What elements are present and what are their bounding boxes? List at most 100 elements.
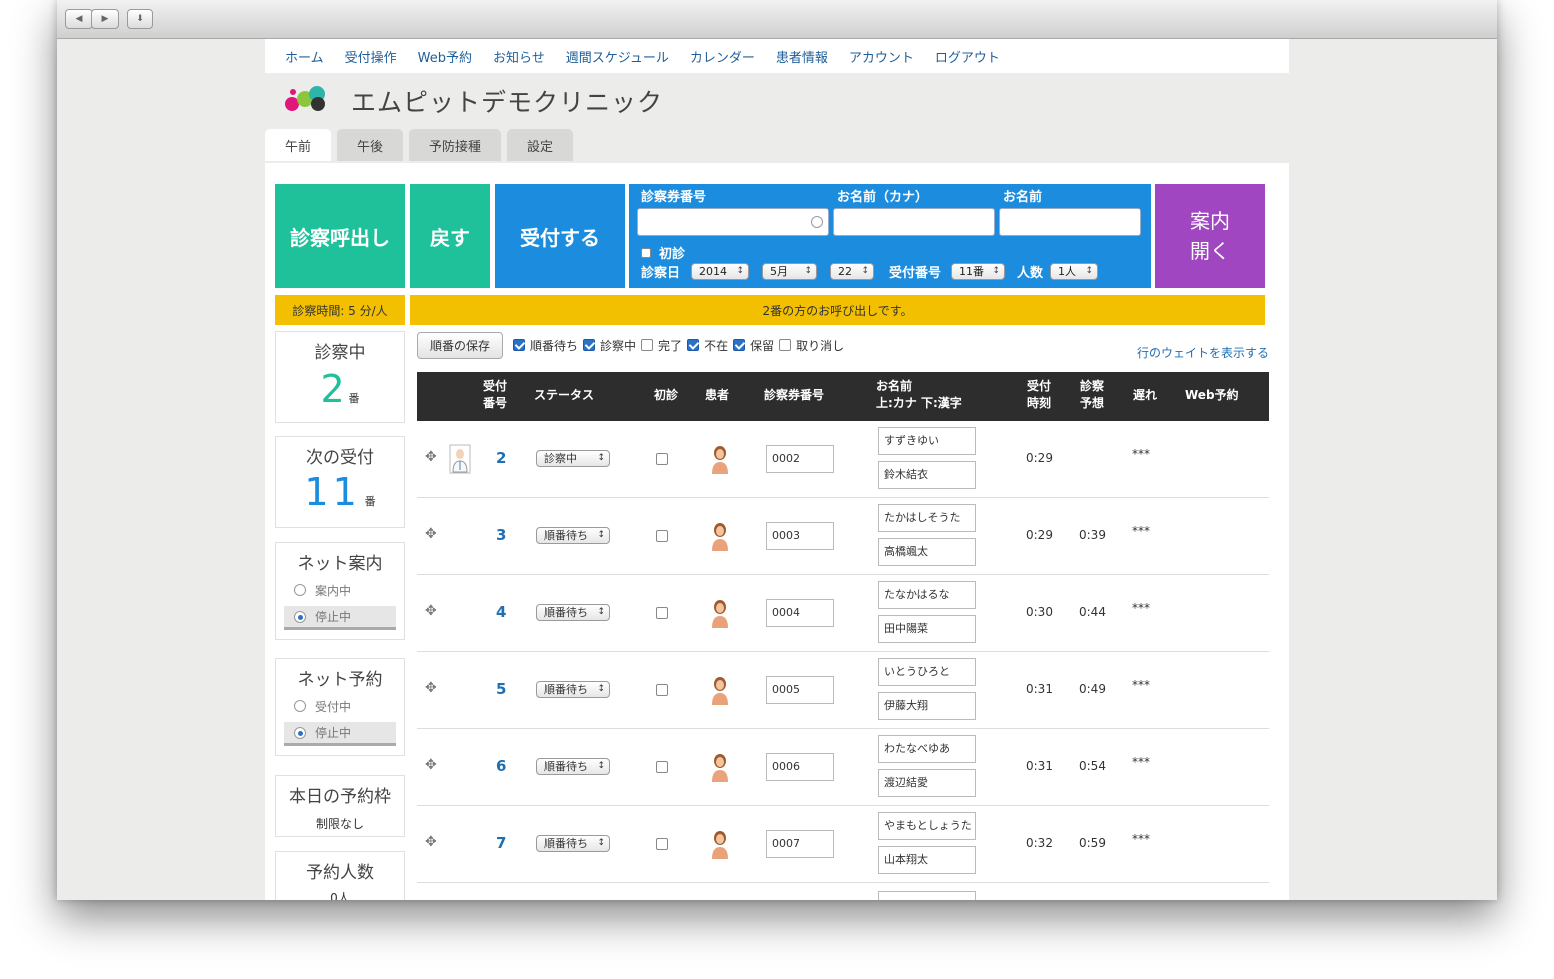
tab-afternoon[interactable]: 午後 [337,129,404,161]
kanji-field[interactable]: 山本翔太 [878,846,976,874]
drag-handle-icon[interactable]: ✥ [425,680,437,696]
forward-arrow-icon[interactable]: ▶ [91,9,119,29]
daily-slots-panel: 本日の予約枠 制限なし [275,775,405,837]
drag-handle-icon[interactable]: ✥ [425,603,437,619]
kana-field[interactable]: いとうひろと [878,658,976,686]
status-select[interactable]: 順番待ち [536,835,610,852]
nav-calendar[interactable]: カレンダー [690,47,755,66]
net-guide-title: ネット案内 [297,554,383,574]
th-first-visit: 初診 [654,388,679,402]
kana-field[interactable]: やまもとしょうた [878,812,976,840]
nav-weekly-schedule[interactable]: 週間スケジュール [566,47,669,66]
month-select[interactable]: 5月 [762,263,817,280]
nav-logout[interactable]: ログアウト [935,47,1000,66]
first-visit-checkbox[interactable] [656,530,668,542]
card-number-field[interactable]: 0002 [766,445,834,473]
show-row-weight-link[interactable]: 行のウェイトを表示する [1137,344,1269,361]
back-arrow-icon[interactable]: ◀ [65,9,93,29]
card-number-field[interactable]: 0003 [766,522,834,550]
status-select[interactable]: 順番待ち [536,758,610,775]
kanji-field[interactable]: 伊藤大翔 [878,692,976,720]
first-visit-checkbox[interactable] [656,453,668,465]
kana-field[interactable]: たかはしそうた [878,504,976,532]
kana-label: お名前（カナ） [837,190,929,205]
save-order-button[interactable]: 順番の保存 [417,331,504,359]
net-guide-off-radio[interactable]: 停止中 [284,606,396,630]
kana-field[interactable] [878,891,976,900]
tab-morning[interactable]: 午前 [265,129,332,161]
checkbox-checked-icon[interactable] [513,339,526,351]
filter-hold[interactable]: 保留 [733,337,774,354]
th-ticket: 受付 番号 [483,379,508,410]
card-number-field[interactable]: 0007 [766,830,834,858]
card-number-field[interactable]: 0006 [766,753,834,781]
status-select[interactable]: 順番待ち [536,681,610,698]
back-button[interactable]: 戻す [410,184,490,288]
nav-news[interactable]: お知らせ [493,47,545,66]
status-select[interactable]: 順番待ち [536,604,610,621]
th-name: お名前 上:カナ 下:漢字 [876,379,962,410]
net-reservation-on-radio[interactable]: 受付中 [284,694,396,718]
status-select[interactable]: 順番待ち [536,527,610,544]
checkbox-checked-icon[interactable] [687,339,700,351]
first-visit-checkbox[interactable] [656,684,668,696]
reception-time: 0:31 [1026,759,1053,773]
download-icon[interactable]: ⬇ [127,9,153,29]
kanji-field[interactable]: 渡辺結愛 [878,769,976,797]
accept-button[interactable]: 受付する [495,184,625,288]
drag-handle-icon[interactable]: ✥ [425,834,437,850]
late-indicator: *** [1132,447,1150,461]
tab-settings[interactable]: 設定 [507,129,574,161]
kanji-field[interactable]: 高橋颯太 [878,538,976,566]
checkbox-checked-icon[interactable] [583,339,596,351]
brand-header: エムピットデモクリニック [265,73,1289,129]
name-input[interactable] [999,208,1141,236]
kanji-field[interactable]: 田中陽菜 [878,615,976,643]
card-number-input[interactable] [637,208,829,236]
checkbox-icon[interactable] [779,339,792,351]
filter-cancel[interactable]: 取り消し [779,337,844,354]
filter-done[interactable]: 完了 [641,337,682,354]
name-label: お名前 [1003,190,1043,205]
kana-field[interactable]: すずきゆい [878,427,976,455]
guide-open-button[interactable]: 案内 開く [1155,184,1265,288]
top-nav: ホーム 受付操作 Web予約 お知らせ 週間スケジュール カレンダー 患者情報 … [265,39,1289,73]
late-indicator: *** [1132,678,1150,692]
net-guide-off-label: 停止中 [315,610,352,624]
filter-consulting[interactable]: 診察中 [583,337,636,354]
checkbox-icon[interactable] [641,339,654,351]
kana-input[interactable] [833,208,995,236]
browser-window: ◀ ▶ ⬇ ホーム 受付操作 Web予約 お知らせ 週間スケジュール カレンダー… [57,0,1497,900]
first-visit-checkbox[interactable] [656,607,668,619]
nav-reception[interactable]: 受付操作 [345,47,397,66]
tab-vaccination[interactable]: 予防接種 [409,129,502,161]
net-reservation-off-radio[interactable]: 停止中 [284,722,396,746]
status-select[interactable]: 診察中 [536,450,610,467]
kanji-field[interactable]: 鈴木結衣 [878,461,976,489]
first-visit-checkbox[interactable] [656,838,668,850]
call-patient-button[interactable]: 診察呼出し [275,184,405,288]
drag-handle-icon[interactable]: ✥ [425,449,437,465]
nav-account[interactable]: アカウント [849,47,914,66]
ticket-select[interactable]: 11番 [951,263,1005,280]
nav-web-reservation[interactable]: Web予約 [418,47,472,66]
nav-patients[interactable]: 患者情報 [776,47,828,66]
card-number-field[interactable]: 0004 [766,599,834,627]
net-guide-on-radio[interactable]: 案内中 [284,578,396,602]
drag-handle-icon[interactable]: ✥ [425,526,437,542]
kana-field[interactable]: わたなべゆあ [878,735,976,763]
day-select[interactable]: 22 [830,263,874,280]
year-select[interactable]: 2014 [691,263,749,280]
first-visit-checkbox[interactable] [656,761,668,773]
nav-home[interactable]: ホーム [285,47,324,66]
late-indicator: *** [1132,832,1150,846]
people-select[interactable]: 1人 [1050,263,1098,280]
kana-field[interactable]: たなかはるな [878,581,976,609]
first-visit-checkbox[interactable] [641,247,651,258]
card-number-field[interactable]: 0005 [766,676,834,704]
filter-absent[interactable]: 不在 [687,337,728,354]
filter-waiting[interactable]: 順番待ち [513,337,578,354]
checkbox-checked-icon[interactable] [733,339,746,351]
drag-handle-icon[interactable]: ✥ [425,757,437,773]
ticket-label: 受付番号 [889,266,942,281]
